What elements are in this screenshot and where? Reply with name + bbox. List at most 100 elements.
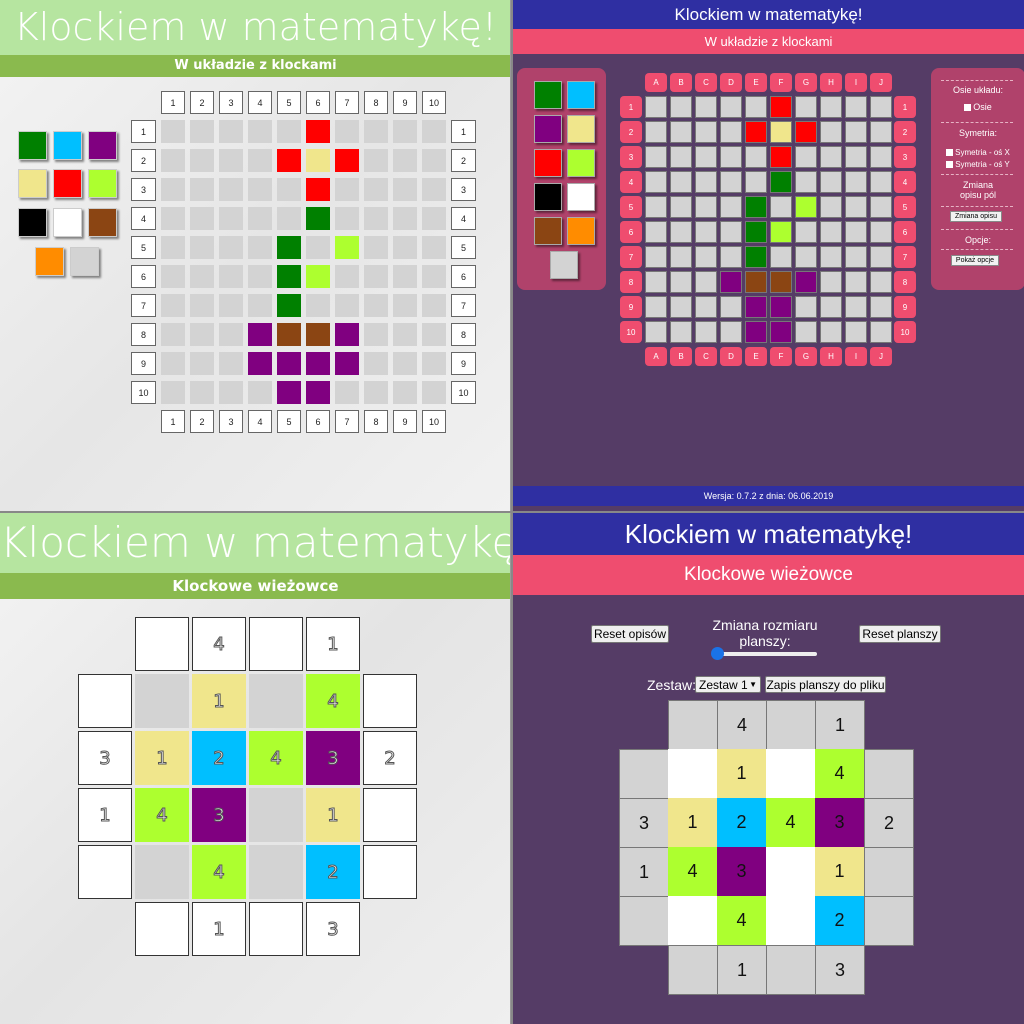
- grid-cell[interactable]: [422, 294, 446, 317]
- grid-cell[interactable]: [190, 381, 214, 404]
- tower-cell[interactable]: 2: [815, 896, 865, 946]
- grid-cell[interactable]: [161, 149, 185, 172]
- tower-cell[interactable]: [135, 674, 189, 728]
- grid-cell[interactable]: [306, 323, 330, 346]
- grid-cell[interactable]: [770, 196, 792, 218]
- grid-cell[interactable]: [770, 121, 792, 143]
- grid-cell[interactable]: [335, 178, 359, 201]
- grid-cell[interactable]: [393, 381, 417, 404]
- clue-cell[interactable]: [668, 700, 718, 750]
- palette-swatch[interactable]: [534, 217, 562, 245]
- grid-cell[interactable]: [645, 246, 667, 268]
- grid-cell[interactable]: [770, 146, 792, 168]
- grid-cell[interactable]: [190, 149, 214, 172]
- grid-cell[interactable]: [364, 120, 388, 143]
- grid-cell[interactable]: [277, 381, 301, 404]
- grid-cell[interactable]: [670, 321, 692, 343]
- grid-cell[interactable]: [695, 146, 717, 168]
- clue-cell[interactable]: 4: [717, 700, 767, 750]
- save-board-button[interactable]: Zapis planszy do pliku: [765, 676, 886, 693]
- tower-cell[interactable]: [249, 845, 303, 899]
- grid-cell[interactable]: [161, 323, 185, 346]
- palette-swatch[interactable]: [88, 169, 117, 198]
- grid-cell[interactable]: [670, 121, 692, 143]
- grid-cell[interactable]: [219, 236, 243, 259]
- grid-cell[interactable]: [219, 265, 243, 288]
- palette-swatch[interactable]: [567, 81, 595, 109]
- grid-cell[interactable]: [720, 196, 742, 218]
- grid-cell[interactable]: [248, 381, 272, 404]
- grid-cell[interactable]: [645, 296, 667, 318]
- grid-cell[interactable]: [335, 381, 359, 404]
- grid-cell[interactable]: [870, 321, 892, 343]
- grid-cell[interactable]: [248, 207, 272, 230]
- grid-cell[interactable]: [720, 96, 742, 118]
- grid-cell[interactable]: [845, 246, 867, 268]
- grid-cell[interactable]: [190, 352, 214, 375]
- grid-cell[interactable]: [770, 321, 792, 343]
- tower-cell[interactable]: 1: [668, 798, 718, 848]
- clue-cell[interactable]: [363, 788, 417, 842]
- grid-cell[interactable]: [745, 246, 767, 268]
- grid-cell[interactable]: [645, 271, 667, 293]
- grid-cell[interactable]: [845, 271, 867, 293]
- grid-cell[interactable]: [161, 265, 185, 288]
- grid-cell[interactable]: [670, 221, 692, 243]
- grid-cell[interactable]: [795, 296, 817, 318]
- grid-cell[interactable]: [190, 207, 214, 230]
- tower-cell[interactable]: 3: [192, 788, 246, 842]
- clue-cell[interactable]: 2: [363, 731, 417, 785]
- tower-cell[interactable]: 2: [717, 798, 767, 848]
- clue-cell[interactable]: [668, 945, 718, 995]
- clue-cell[interactable]: 1: [717, 945, 767, 995]
- tower-cell[interactable]: [766, 896, 816, 946]
- tower-cell[interactable]: 2: [306, 845, 360, 899]
- grid-cell[interactable]: [248, 178, 272, 201]
- grid-cell[interactable]: [670, 146, 692, 168]
- grid-cell[interactable]: [745, 121, 767, 143]
- grid-cell[interactable]: [720, 296, 742, 318]
- grid-cell[interactable]: [795, 221, 817, 243]
- grid-cell[interactable]: [393, 149, 417, 172]
- grid-cell[interactable]: [306, 294, 330, 317]
- tower-cell[interactable]: 4: [717, 896, 767, 946]
- grid-cell[interactable]: [745, 321, 767, 343]
- grid-cell[interactable]: [364, 323, 388, 346]
- grid-cell[interactable]: [745, 146, 767, 168]
- set-select[interactable]: Zestaw 1 ▼: [695, 676, 761, 693]
- grid-cell[interactable]: [422, 149, 446, 172]
- palette-swatch[interactable]: [550, 251, 578, 279]
- grid-cell[interactable]: [670, 271, 692, 293]
- tower-cell[interactable]: 1: [135, 731, 189, 785]
- grid-cell[interactable]: [645, 96, 667, 118]
- grid-cell[interactable]: [720, 221, 742, 243]
- grid-cell[interactable]: [219, 323, 243, 346]
- grid-cell[interactable]: [277, 265, 301, 288]
- clue-cell[interactable]: [78, 845, 132, 899]
- grid-cell[interactable]: [190, 236, 214, 259]
- grid-cell[interactable]: [306, 236, 330, 259]
- grid-cell[interactable]: [745, 296, 767, 318]
- grid-cell[interactable]: [820, 146, 842, 168]
- grid-cell[interactable]: [190, 178, 214, 201]
- grid-cell[interactable]: [795, 246, 817, 268]
- grid-cell[interactable]: [695, 321, 717, 343]
- grid-cell[interactable]: [670, 246, 692, 268]
- grid-cell[interactable]: [770, 271, 792, 293]
- tower-cell[interactable]: [766, 847, 816, 897]
- clue-cell[interactable]: 2: [864, 798, 914, 848]
- grid-cell[interactable]: [820, 221, 842, 243]
- grid-cell[interactable]: [364, 265, 388, 288]
- grid-cell[interactable]: [670, 171, 692, 193]
- clue-cell[interactable]: 3: [306, 902, 360, 956]
- palette-swatch[interactable]: [534, 115, 562, 143]
- tower-cell[interactable]: 4: [766, 798, 816, 848]
- grid-cell[interactable]: [248, 120, 272, 143]
- reset-descriptions-button[interactable]: Reset opisów: [591, 625, 669, 643]
- grid-cell[interactable]: [645, 321, 667, 343]
- grid-cell[interactable]: [720, 146, 742, 168]
- clue-cell[interactable]: 4: [192, 617, 246, 671]
- grid-cell[interactable]: [161, 207, 185, 230]
- grid-cell[interactable]: [870, 146, 892, 168]
- tower-cell[interactable]: [135, 845, 189, 899]
